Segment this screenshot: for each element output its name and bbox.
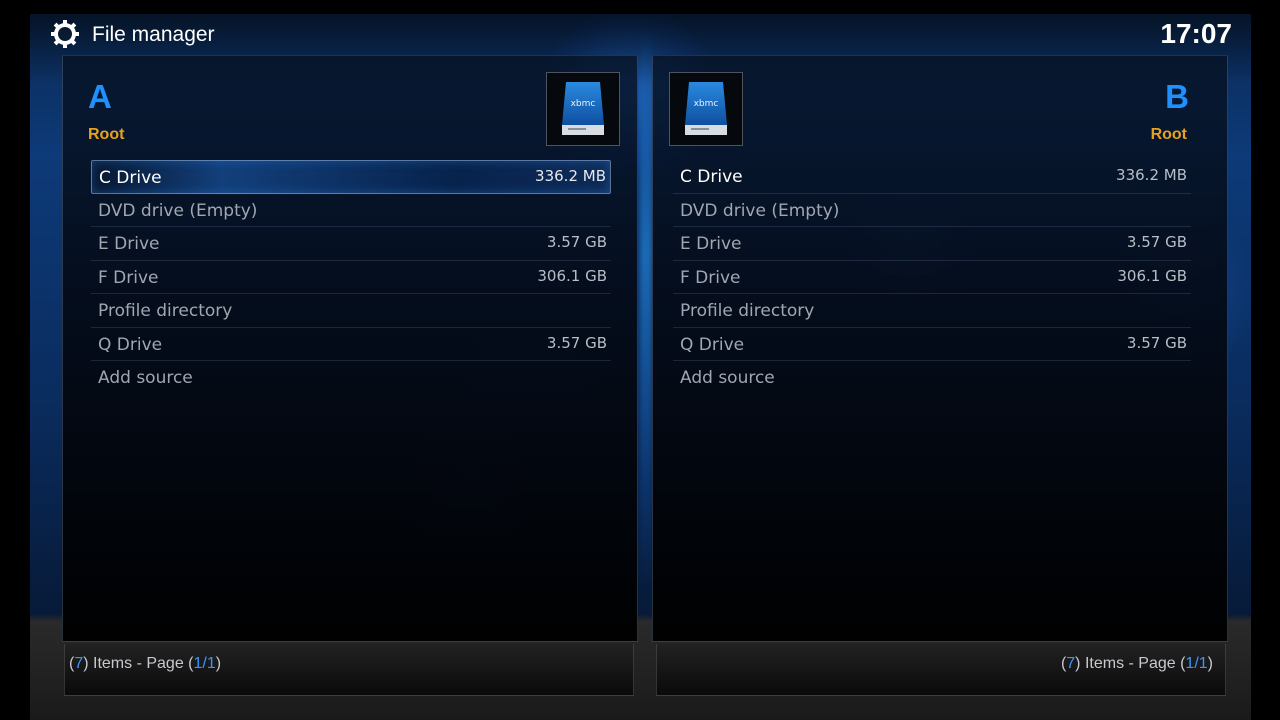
item-size: 3.57 GB xyxy=(1126,333,1187,352)
item-count-label: (7) Items - Page (1/1) xyxy=(1060,655,1213,672)
item-name: F Drive xyxy=(680,267,741,288)
gear-icon xyxy=(50,19,80,49)
item-name: Profile directory xyxy=(680,301,815,321)
page-indicator: 1/1 xyxy=(1185,655,1208,672)
item-name: Profile directory xyxy=(98,301,233,321)
list-item[interactable]: Q Drive 3.57 GB xyxy=(91,328,611,361)
item-name: DVD drive (Empty) xyxy=(98,200,258,221)
list-item[interactable]: Profile directory xyxy=(673,294,1191,328)
item-name: Q Drive xyxy=(680,334,745,355)
item-name: Add source xyxy=(98,368,193,388)
background-glow xyxy=(640,30,652,590)
list-item[interactable]: F Drive 306.1 GB xyxy=(673,261,1191,294)
svg-text:xbmc: xbmc xyxy=(571,99,596,109)
drive-icon: xbmc xyxy=(669,72,743,146)
item-name: F Drive xyxy=(98,267,159,288)
item-size: 306.1 GB xyxy=(1117,266,1187,285)
file-list: C Drive 336.2 MB DVD drive (Empty) E Dri… xyxy=(673,160,1191,395)
item-name: Add source xyxy=(680,368,775,388)
item-size: 3.57 GB xyxy=(546,333,607,352)
item-count-label: (7) Items - Page (1/1) xyxy=(69,655,222,672)
item-name: DVD drive (Empty) xyxy=(680,200,840,221)
list-item[interactable]: F Drive 306.1 GB xyxy=(91,261,611,294)
file-list: C Drive 336.2 MB DVD drive (Empty) E Dri… xyxy=(91,160,611,395)
page-title: File manager xyxy=(92,23,215,46)
list-item[interactable]: DVD drive (Empty) xyxy=(673,194,1191,227)
item-count: 7 xyxy=(1066,655,1076,672)
page-indicator: 1/1 xyxy=(193,655,216,672)
panel-b: B Root xbmc C Drive 336.2 MB DVD drive (… xyxy=(652,55,1228,642)
item-size: 336.2 MB xyxy=(1116,166,1187,184)
svg-text:xbmc: xbmc xyxy=(694,99,719,109)
list-item[interactable]: Add source xyxy=(91,361,611,395)
list-item[interactable]: E Drive 3.57 GB xyxy=(673,227,1191,261)
panel-letter: B xyxy=(1165,78,1189,115)
item-size: 3.57 GB xyxy=(546,233,607,251)
panel-path: Root xyxy=(88,126,125,143)
panel-b-footer: (7) Items - Page (1/1) xyxy=(656,644,1226,696)
item-size: 336.2 MB xyxy=(535,167,606,185)
list-item[interactable]: Q Drive 3.57 GB xyxy=(673,328,1191,361)
item-name: C Drive xyxy=(680,167,743,187)
item-name: E Drive xyxy=(98,234,160,254)
panel-path: Root xyxy=(1150,126,1187,143)
list-item[interactable]: C Drive 336.2 MB xyxy=(91,160,611,194)
item-size: 3.57 GB xyxy=(1126,233,1187,251)
panel-letter: A xyxy=(88,78,112,115)
item-name: Q Drive xyxy=(98,334,163,355)
item-name: C Drive xyxy=(99,168,162,188)
list-item[interactable]: DVD drive (Empty) xyxy=(91,194,611,227)
item-name: E Drive xyxy=(680,234,742,254)
list-item[interactable]: E Drive 3.57 GB xyxy=(91,227,611,261)
clock: 17:07 xyxy=(1160,18,1232,49)
drive-icon: xbmc xyxy=(546,72,620,146)
panel-a-footer: (7) Items - Page (1/1) xyxy=(64,644,634,696)
item-count: 7 xyxy=(74,655,84,672)
list-item[interactable]: Profile directory xyxy=(91,294,611,328)
panel-a: A Root xbmc C Drive 336.2 MB DVD drive (… xyxy=(62,55,638,642)
list-item[interactable]: C Drive 336.2 MB xyxy=(673,160,1191,194)
item-size: 306.1 GB xyxy=(537,266,607,285)
list-item[interactable]: Add source xyxy=(673,361,1191,395)
